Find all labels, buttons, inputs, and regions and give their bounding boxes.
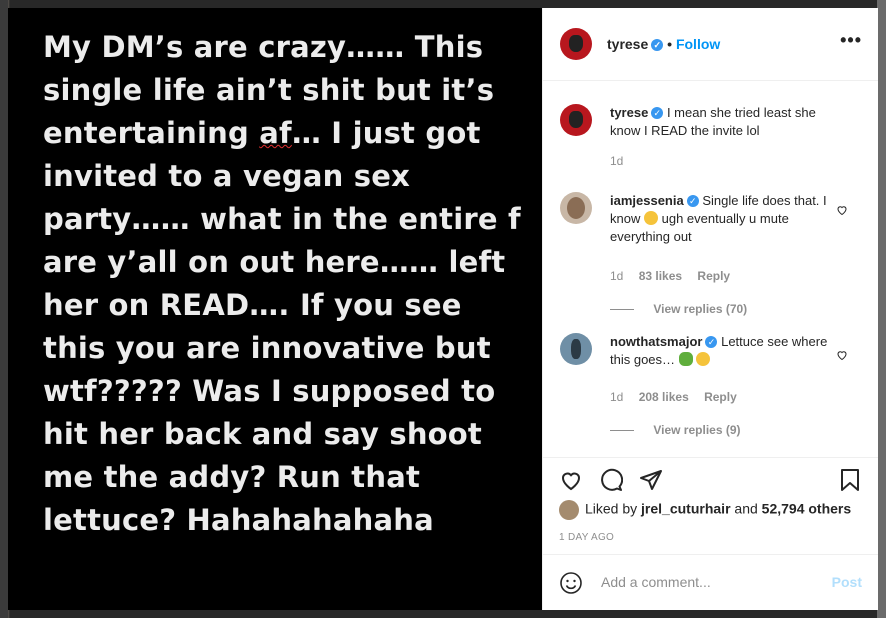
comment-username[interactable]: nowthatsmajor bbox=[610, 334, 702, 349]
post-header: tyrese ✓ • Follow ••• bbox=[543, 8, 878, 81]
likes-others-link[interactable]: 52,794 others bbox=[762, 501, 852, 517]
bookmark-icon[interactable] bbox=[838, 468, 862, 492]
comment-body: iamjessenia ✓ Single life does that. I kn… bbox=[610, 192, 830, 246]
story-line: this you are innovative but bbox=[43, 331, 491, 365]
verified-badge-icon: ✓ bbox=[686, 195, 699, 207]
background-tile bbox=[0, 0, 8, 618]
story-text: My DM’s are crazy…… This single life ain… bbox=[43, 26, 521, 542]
comment-meta: 1d 83 likes Reply bbox=[610, 269, 742, 283]
comment-input[interactable] bbox=[599, 573, 823, 591]
avatar[interactable] bbox=[560, 28, 592, 60]
comment-item: nowthatsmajor ✓ Lettuce see where this go… bbox=[560, 333, 860, 443]
comment-meta: 1d 208 likes Reply bbox=[610, 390, 749, 404]
username-link[interactable]: tyrese bbox=[607, 36, 648, 52]
likes-summary: Liked by jrel_cuturhair and 52,794 other… bbox=[559, 500, 851, 520]
view-replies-button[interactable]: View replies (70) bbox=[610, 302, 747, 316]
view-replies-button[interactable]: View replies (9) bbox=[610, 423, 741, 437]
reply-button[interactable]: Reply bbox=[704, 390, 737, 404]
verified-badge-icon: ✓ bbox=[651, 107, 664, 119]
comment-icon[interactable] bbox=[599, 468, 623, 492]
grimacing-emoji-icon bbox=[643, 211, 658, 225]
comment-likes[interactable]: 208 likes bbox=[639, 390, 689, 404]
spellcheck-word: af bbox=[259, 116, 292, 150]
share-icon[interactable] bbox=[639, 468, 663, 492]
comment-body: tyrese ✓ I mean she tried least she know … bbox=[610, 104, 830, 140]
comment-username[interactable]: iamjessenia bbox=[610, 193, 684, 208]
smirking-emoji-icon bbox=[696, 352, 711, 366]
like-comment-heart-icon[interactable] bbox=[836, 204, 848, 216]
story-line: My DM’s are crazy…… This bbox=[43, 30, 484, 64]
post-sidebar: tyrese ✓ • Follow ••• tyrese ✓ I mean she … bbox=[542, 8, 878, 610]
view-replies-label: View replies (70) bbox=[653, 302, 748, 316]
post-date[interactable]: 1 DAY AGO bbox=[559, 532, 614, 543]
likes-middle: and bbox=[734, 500, 758, 517]
separator: • bbox=[667, 36, 673, 52]
comment-likes[interactable]: 83 likes bbox=[639, 269, 682, 283]
story-line: single life ain’t shit but it’s bbox=[43, 73, 495, 107]
comment-meta: 1d bbox=[610, 154, 635, 168]
avatar[interactable] bbox=[560, 333, 592, 365]
avatar[interactable] bbox=[560, 104, 592, 136]
post-image: My DM’s are crazy…… This single life ain… bbox=[8, 8, 542, 610]
more-options-icon[interactable]: ••• bbox=[840, 30, 862, 51]
reply-button[interactable]: Reply bbox=[697, 269, 730, 283]
verified-badge-icon: ✓ bbox=[651, 39, 664, 51]
header-user: tyrese ✓ • Follow bbox=[607, 36, 720, 52]
comment-time: 1d bbox=[610, 390, 624, 404]
heart-icon[interactable] bbox=[559, 468, 583, 492]
cucumber-emoji-icon bbox=[678, 352, 693, 366]
like-comment-heart-icon[interactable] bbox=[836, 349, 848, 361]
avatar[interactable] bbox=[559, 500, 579, 520]
add-comment-bar: Post bbox=[543, 554, 878, 611]
story-line: her on READ…. If you see bbox=[43, 288, 462, 322]
comment-body: nowthatsmajor ✓ Lettuce see where this go… bbox=[610, 333, 830, 369]
story-line: invited to a vegan sex bbox=[43, 159, 411, 193]
liked-by-user[interactable]: jrel_cuturhair bbox=[641, 501, 730, 517]
story-line: lettuce? Hahahahahaha bbox=[43, 503, 434, 537]
comment-item: iamjessenia ✓ Single life does that. I kn… bbox=[560, 192, 860, 316]
view-replies-label: View replies (9) bbox=[653, 423, 741, 437]
story-line: wtf????? Was I supposed to bbox=[43, 374, 496, 408]
comment-time: 1d bbox=[610, 154, 624, 168]
comment-time: 1d bbox=[610, 269, 624, 283]
post-button[interactable]: Post bbox=[832, 574, 862, 590]
story-line: party…… what in the entire f bbox=[43, 202, 521, 236]
follow-button[interactable]: Follow bbox=[676, 36, 720, 52]
story-line: are y’all on out here…… left bbox=[43, 245, 506, 279]
story-line: entertaining af… I just got bbox=[43, 116, 481, 150]
comment-username[interactable]: tyrese bbox=[610, 105, 648, 120]
verified-badge-icon: ✓ bbox=[705, 336, 718, 348]
avatar[interactable] bbox=[560, 192, 592, 224]
emoji-icon[interactable] bbox=[559, 571, 583, 595]
background-tile bbox=[877, 0, 886, 618]
likes-prefix: Liked by bbox=[585, 500, 638, 517]
story-line: me the addy? Run that bbox=[43, 460, 421, 494]
story-line: hit her back and say shoot bbox=[43, 417, 482, 451]
comment-item: tyrese ✓ I mean she tried least she know … bbox=[560, 104, 860, 174]
